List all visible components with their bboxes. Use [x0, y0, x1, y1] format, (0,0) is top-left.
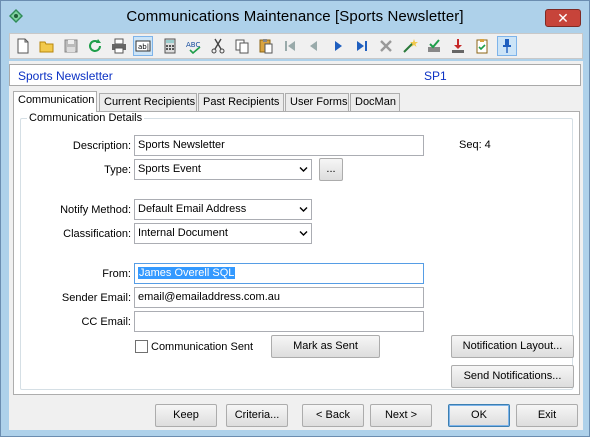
next-button[interactable]: Next >: [370, 404, 432, 427]
sender-email-label: Sender Email:: [61, 292, 131, 304]
group-label: Communication Details: [27, 112, 145, 124]
mark-as-sent-button[interactable]: Mark as Sent: [271, 335, 380, 358]
refresh-icon[interactable]: [85, 36, 105, 56]
communication-tab-panel: Communication Details Description: Sport…: [13, 111, 580, 395]
type-select[interactable]: Sports Event: [134, 159, 312, 180]
cc-email-label: CC Email:: [81, 316, 131, 328]
first-record-icon[interactable]: [280, 36, 300, 56]
record-header: Sports Newsletter SP1: [9, 64, 581, 86]
spellcheck-icon[interactable]: ABC: [184, 36, 204, 56]
paste-icon[interactable]: [256, 36, 276, 56]
record-name: Sports Newsletter: [18, 69, 113, 83]
from-input[interactable]: James Overell SQL: [134, 263, 424, 284]
communication-details-group: Communication Details Description: Sport…: [20, 112, 574, 390]
sender-email-input[interactable]: email@emailaddress.com.au: [134, 287, 424, 308]
chevron-down-icon: [299, 207, 308, 212]
communication-sent-checkbox[interactable]: [135, 340, 148, 353]
next-record-icon[interactable]: [328, 36, 348, 56]
communication-sent-label: Communication Sent: [151, 341, 254, 353]
seq-label: Seq: 4: [459, 139, 491, 151]
download-icon[interactable]: [448, 36, 468, 56]
record-code: SP1: [424, 69, 447, 83]
approve-icon[interactable]: [424, 36, 444, 56]
new-icon[interactable]: [13, 36, 33, 56]
save-icon[interactable]: [61, 36, 81, 56]
notification-layout-button[interactable]: Notification Layout...: [451, 335, 574, 358]
notify-method-value: Default Email Address: [138, 203, 247, 215]
print-icon[interactable]: [109, 36, 129, 56]
toolbar: ab| ABC: [9, 33, 583, 59]
from-label: From:: [102, 268, 131, 280]
chevron-down-icon: [299, 167, 308, 172]
notify-method-label: Notify Method:: [60, 204, 131, 216]
type-browse-button[interactable]: ...: [319, 158, 343, 181]
client-area: Sports Newsletter SP1 Communication Curr…: [9, 61, 583, 430]
pin-icon[interactable]: [497, 36, 517, 56]
from-value: James Overell SQL: [138, 267, 236, 279]
copy-icon[interactable]: [232, 36, 252, 56]
close-button[interactable]: ✕: [545, 9, 581, 27]
tab-user-forms[interactable]: User Forms: [285, 93, 349, 111]
wand-icon[interactable]: [400, 36, 420, 56]
classification-label: Classification:: [63, 228, 131, 240]
open-icon[interactable]: [37, 36, 57, 56]
delete-icon[interactable]: [376, 36, 396, 56]
send-notifications-button[interactable]: Send Notifications...: [451, 365, 574, 388]
tab-past-recipients[interactable]: Past Recipients: [198, 93, 284, 111]
cc-email-input[interactable]: [134, 311, 424, 332]
text-field-icon[interactable]: ab|: [133, 36, 153, 56]
svg-text:ab|: ab|: [138, 43, 149, 51]
communications-maintenance-window: Communications Maintenance [Sports Newsl…: [0, 0, 590, 437]
keep-button[interactable]: Keep: [155, 404, 217, 427]
previous-record-icon[interactable]: [304, 36, 324, 56]
tab-current-recipients[interactable]: Current Recipients: [99, 93, 197, 111]
classification-select[interactable]: Internal Document: [134, 223, 312, 244]
tab-docman[interactable]: DocMan: [350, 93, 400, 111]
back-button[interactable]: < Back: [302, 404, 364, 427]
type-label: Type:: [104, 164, 131, 176]
calculator-icon[interactable]: [160, 36, 180, 56]
notify-method-select[interactable]: Default Email Address: [134, 199, 312, 220]
tab-communication[interactable]: Communication: [13, 91, 97, 112]
footer-buttons: Keep Criteria... < Back Next > OK Exit: [9, 401, 583, 430]
last-record-icon[interactable]: [352, 36, 372, 56]
cut-icon[interactable]: [208, 36, 228, 56]
clipboard-check-icon[interactable]: [472, 36, 492, 56]
ok-button[interactable]: OK: [448, 404, 510, 427]
description-input[interactable]: Sports Newsletter: [134, 135, 424, 156]
title-bar[interactable]: Communications Maintenance [Sports Newsl…: [1, 1, 589, 31]
criteria-button[interactable]: Criteria...: [226, 404, 288, 427]
description-label: Description:: [72, 140, 131, 152]
exit-button[interactable]: Exit: [516, 404, 578, 427]
type-value: Sports Event: [138, 163, 201, 175]
window-title: Communications Maintenance [Sports Newsl…: [126, 8, 464, 25]
classification-value: Internal Document: [138, 227, 228, 239]
chevron-down-icon: [299, 231, 308, 236]
